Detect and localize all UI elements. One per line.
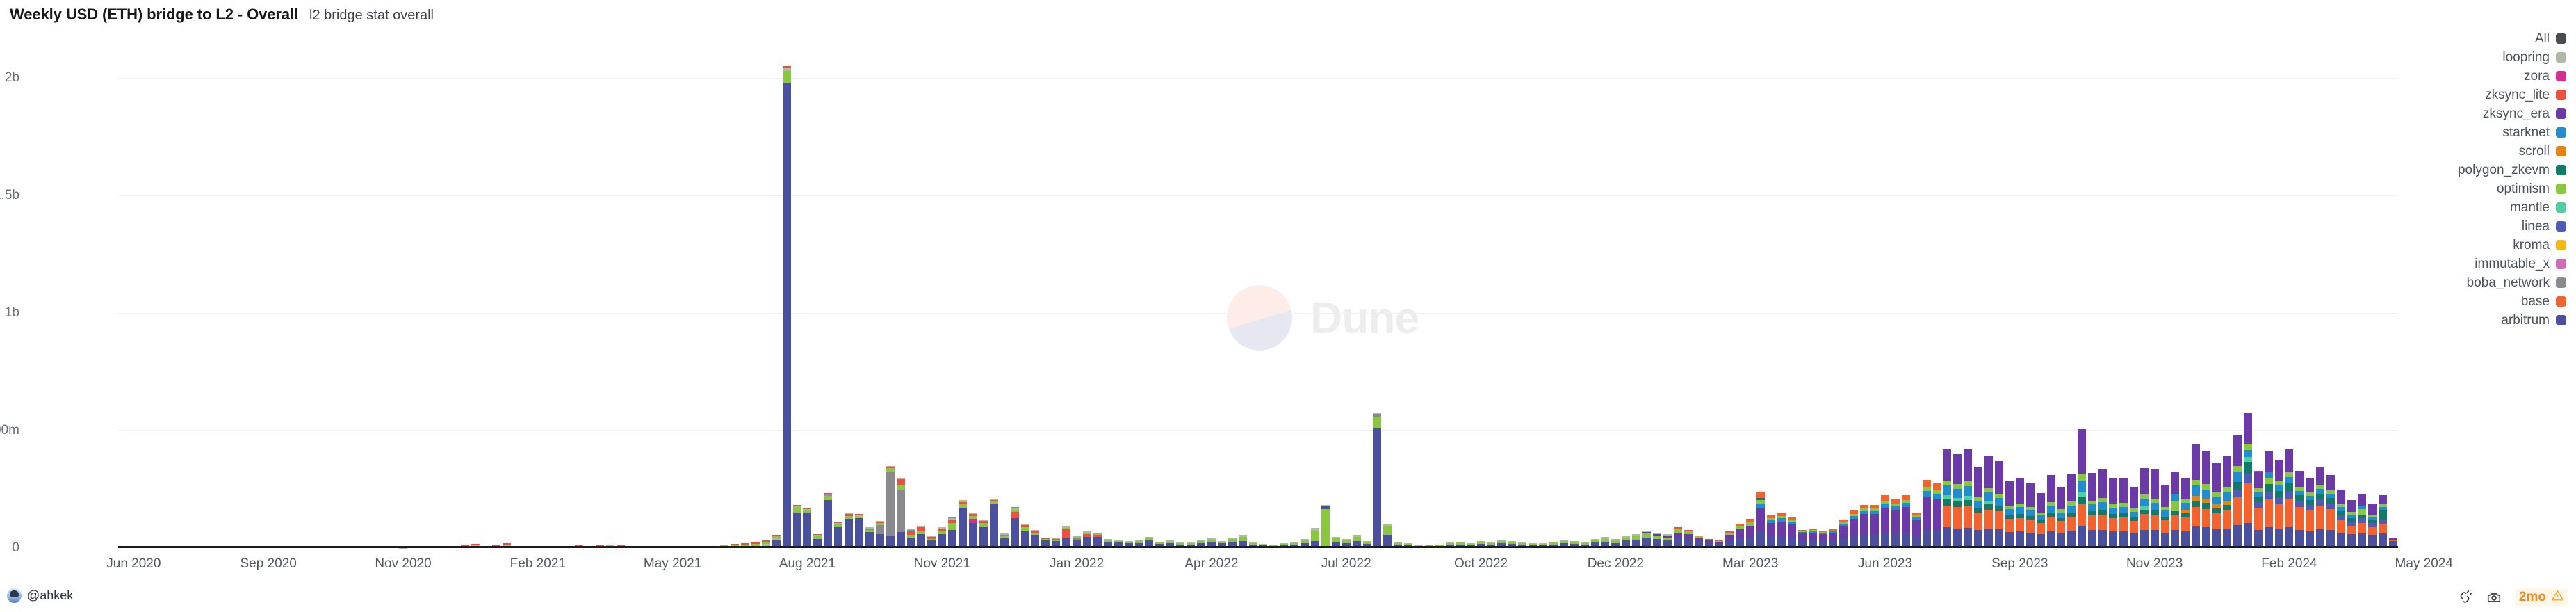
legend-swatch-icon [2556,259,2566,269]
legend-swatch-icon [2556,146,2566,156]
legend-label: kroma [2513,237,2550,252]
x-axis-tick-label: Feb 2024 [2261,556,2317,571]
legend-item-scroll[interactable]: scroll [2519,142,2566,161]
x-axis-tick-label: Jun 2023 [1857,556,1913,571]
legend-swatch-icon [2556,184,2566,194]
legend-label: starknet [2502,124,2550,140]
legend-label: zksync_era [2482,106,2550,121]
legend-label: zksync_lite [2485,87,2550,102]
legend-swatch-icon [2556,296,2566,307]
x-axis-tick-label: May 2024 [2395,556,2453,571]
legend-swatch-icon [2556,127,2566,138]
legend-label: arbitrum [2501,312,2550,328]
legend-item-arbitrum[interactable]: arbitrum [2501,311,2566,330]
legend-label: All [2534,31,2550,46]
legend-item-kroma[interactable]: kroma [2513,236,2566,255]
x-axis-tick-label: Nov 2021 [913,556,970,571]
author-footer[interactable]: @ahkek [7,588,73,603]
legend-swatch-icon [2556,108,2566,119]
legend-swatch-icon [2556,52,2566,63]
legend-label: optimism [2496,181,2550,196]
legend-swatch-icon [2556,33,2566,44]
freshness-label: 2mo [2518,590,2546,604]
legend-item-linea[interactable]: linea [2522,217,2566,236]
legend-label: boba_network [2466,275,2550,290]
unplug-icon[interactable] [2457,590,2472,605]
x-axis-tick-label: Mar 2023 [1722,556,1779,571]
x-axis-tick-label: Feb 2021 [510,556,566,571]
legend-item-boba-network[interactable]: boba_network [2467,273,2566,292]
chart-toolbar[interactable]: 2mo [2457,588,2568,606]
author-handle[interactable]: @ahkek [27,588,73,603]
legend-label: linea [2521,218,2550,234]
legend-item-optimism[interactable]: optimism [2497,179,2566,198]
x-axis-tick-label: Apr 2022 [1184,556,1239,571]
x-axis-labels: Jun 2020 Sep 2020 Nov 2020 Feb 2021 May 2021… [0,0,2576,612]
legend-swatch-icon [2556,277,2566,288]
legend-swatch-icon [2556,202,2566,213]
legend-swatch-icon [2556,165,2566,175]
legend-swatch-icon [2556,240,2566,250]
avatar [7,588,22,603]
legend-label: zora [2524,68,2550,83]
legend-item-starknet[interactable]: starknet [2502,123,2566,142]
legend-label: mantle [2509,200,2550,215]
legend-swatch-icon [2556,90,2566,100]
camera-icon[interactable] [2486,590,2502,605]
legend-item-zksync-lite[interactable]: zksync_lite [2485,86,2566,104]
x-axis-tick-label: Nov 2020 [375,556,432,571]
x-axis-tick-label: Jan 2022 [1049,556,1104,571]
legend-item-immutable-x[interactable]: immutable_x [2475,255,2566,273]
x-axis-tick-label: Jun 2020 [106,556,161,571]
warning-icon [2551,589,2564,606]
dune-chart-panel: Weekly USD (ETH) bridge to L2 - Overall … [0,0,2576,612]
x-axis-tick-label: Sep 2023 [1991,556,2048,571]
x-axis-tick-label: Nov 2023 [2126,556,2183,571]
legend-item-loopring[interactable]: loopring [2502,48,2566,67]
legend-swatch-icon [2556,221,2566,232]
x-axis-tick-label: May 2021 [643,556,702,571]
legend-label: polygon_zkevm [2457,162,2550,177]
legend-label: loopring [2502,49,2550,65]
x-axis-tick-label: Oct 2022 [1453,556,1508,571]
chart-legend[interactable]: All loopring zora zksync_lite zksync_erastar… [2458,29,2566,330]
legend-swatch-icon [2556,315,2566,325]
legend-item-zksync-era[interactable]: zksync_era [2483,104,2566,123]
legend-item-mantle[interactable]: mantle [2510,198,2566,217]
legend-item-All[interactable]: All [2535,29,2566,48]
x-axis-tick-label: Sep 2020 [240,556,297,571]
x-axis-tick-label: Dec 2022 [1587,556,1645,571]
freshness-badge[interactable]: 2mo [2515,588,2568,606]
legend-item-base[interactable]: base [2521,292,2566,311]
legend-label: base [2520,293,2550,309]
legend-item-zora[interactable]: zora [2524,67,2566,86]
legend-label: immutable_x [2475,256,2550,271]
x-axis-tick-label: Aug 2021 [778,556,836,571]
x-axis-tick-label: Jul 2022 [1321,556,1371,571]
legend-item-polygon-zkevm[interactable]: polygon_zkevm [2458,161,2566,179]
legend-label: scroll [2518,143,2550,159]
legend-swatch-icon [2556,71,2566,81]
